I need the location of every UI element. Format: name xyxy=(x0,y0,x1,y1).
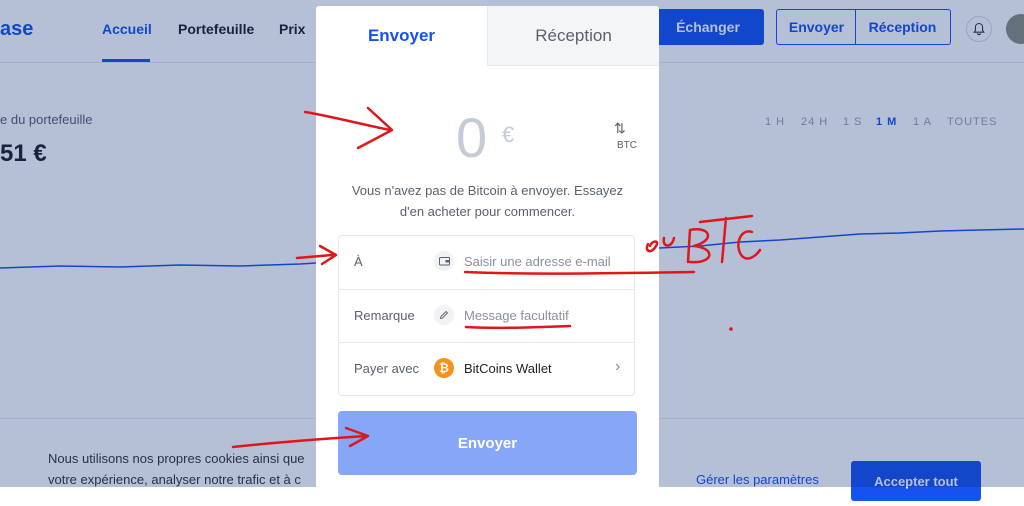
amount-input[interactable]: 0 xyxy=(456,110,487,166)
recipient-input[interactable]: Saisir une adresse e-mail xyxy=(464,254,611,269)
note-row[interactable]: Remarque Message facultatif xyxy=(339,289,634,343)
pay-with-label: Payer avec xyxy=(354,361,420,376)
info-line-1: Vous n'avez pas de Bitcoin à envoyer. Es… xyxy=(351,183,624,198)
send-modal: Envoyer Réception 0 € ⇅ BTC Vous n'avez … xyxy=(316,6,659,506)
send-form: À Saisir une adresse e-mail Remarque Mes… xyxy=(338,235,635,396)
tab-send[interactable]: Envoyer xyxy=(316,6,487,66)
chevron-right-icon[interactable]: › xyxy=(615,358,620,376)
note-label: Remarque xyxy=(354,308,415,323)
wallet-name: BitCoins Wallet xyxy=(464,361,552,376)
recipient-label: À xyxy=(354,254,363,269)
currency-symbol: € xyxy=(502,122,515,147)
note-input[interactable]: Message facultatif xyxy=(464,308,569,323)
bitcoin-icon: ₿ xyxy=(434,358,454,378)
info-line-2: d'en acheter pour commencer. xyxy=(399,204,576,219)
pencil-icon xyxy=(434,305,454,325)
pay-with-row[interactable]: Payer avec ₿ BitCoins Wallet › xyxy=(339,342,634,396)
tab-receive[interactable]: Réception xyxy=(487,6,659,66)
wallet-icon xyxy=(434,251,454,271)
swap-currency-label[interactable]: BTC xyxy=(617,140,637,151)
recipient-row[interactable]: À Saisir une adresse e-mail xyxy=(339,236,634,289)
send-button[interactable]: Envoyer xyxy=(338,411,637,475)
info-message: Vous n'avez pas de Bitcoin à envoyer. Es… xyxy=(346,180,629,222)
swap-currency-icon[interactable]: ⇅ xyxy=(614,120,626,137)
